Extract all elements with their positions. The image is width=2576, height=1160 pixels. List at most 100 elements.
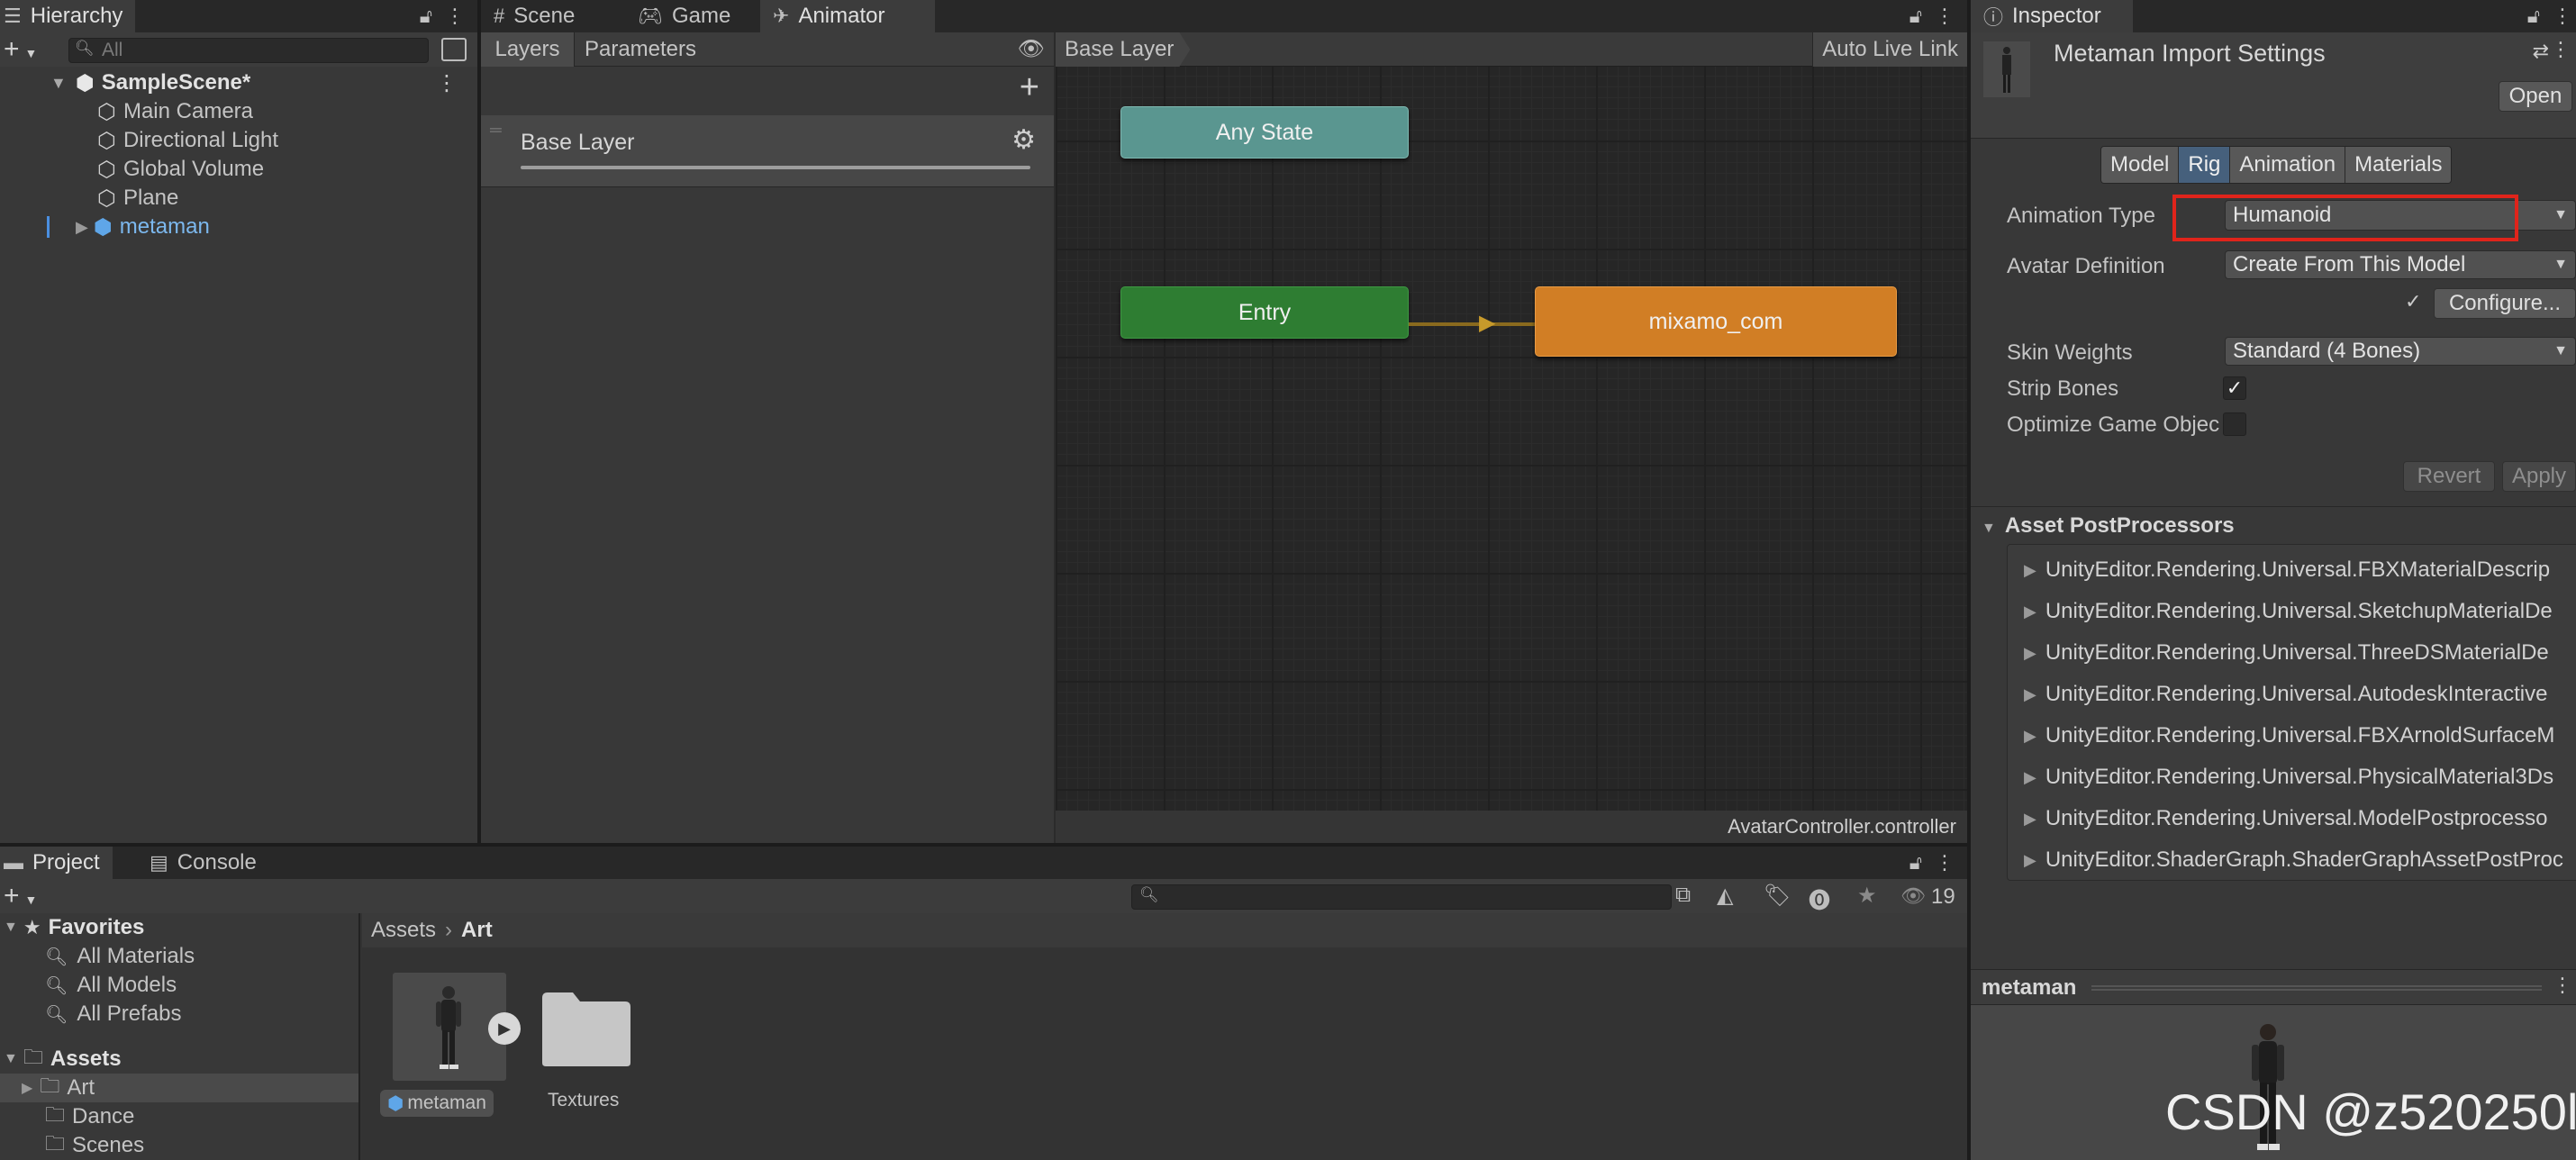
breadcrumb-assets[interactable]: Assets [371,918,436,943]
hierarchy-item-plane[interactable]: ⬡ Plane [0,184,477,213]
postprocessor-item[interactable]: ▶ UnityEditor.Rendering.Universal.Sketchu… [2024,592,2576,631]
lock-icon[interactable]: 🔓︎ [2527,5,2540,28]
expand-arrow-icon[interactable]: ▼ [4,920,18,936]
hierarchy-item-global-volume[interactable]: ⬡ Global Volume [0,155,477,184]
optimize-game-objects-checkbox[interactable] [2223,412,2246,436]
favorite-item-all-prefabs[interactable]: 🔍︎ All Prefabs [0,1000,358,1029]
preview-resize-handle[interactable] [2091,985,2542,991]
any-state-node[interactable]: Any State [1120,106,1409,159]
tab-game[interactable]: 🎮︎ Game [625,0,743,32]
lock-icon[interactable]: 🔓︎ [420,5,432,28]
more-icon[interactable]: ⋮ [1935,5,1955,28]
hierarchy-item-main-camera[interactable]: ⬡ Main Camera [0,97,477,126]
postprocessor-item[interactable]: ▶ UnityEditor.Rendering.Universal.FBXArno… [2024,716,2576,756]
hierarchy-search-input[interactable]: 🔍︎ All [68,38,429,63]
more-icon[interactable]: ⋮ [2551,38,2571,61]
favorite-item-all-models[interactable]: 🔍︎ All Models [0,971,358,1000]
postprocessor-item[interactable]: ▶ UnityEditor.Rendering.Universal.ModelPo… [2024,799,2576,838]
lock-icon[interactable]: 🔓︎ [1909,851,1922,875]
strip-bones-checkbox[interactable]: ✓ [2223,376,2246,400]
drag-handle-icon[interactable]: ═ [490,121,502,140]
transition-line[interactable] [1409,322,1544,326]
auto-live-link-button[interactable]: Auto Live Link [1812,32,1967,67]
configure-button[interactable]: Configure... [2434,288,2576,319]
postprocessor-item[interactable]: ▶ UnityEditor.Rendering.Universal.Autodes… [2024,675,2576,714]
preview-header[interactable]: metaman ⋮ [1971,969,2576,1005]
folder-item-dance[interactable]: 🗀︎ Dance [0,1102,358,1131]
create-dropdown-button[interactable]: + ▼ [4,881,37,911]
warning-icon[interactable]: ⓿ [1809,883,1830,914]
asset-postprocessors-header[interactable]: ▼ Asset PostProcessors [1982,513,2235,539]
expand-arrow-icon[interactable]: ▶ [22,1079,32,1097]
eye-icon[interactable]: 👁︎ [1018,36,1045,62]
favorite-item-all-materials[interactable]: 🔍︎ All Materials [0,942,358,971]
tab-console[interactable]: ▤ Console [137,847,269,879]
postprocessor-item[interactable]: ▶ UnityEditor.Rendering.Universal.Physica… [2024,757,2576,797]
asset-label-textures[interactable]: Textures [548,1090,619,1111]
skin-weights-dropdown[interactable]: Standard (4 Bones) ▼ [2225,337,2576,366]
tab-materials[interactable]: Materials [2345,147,2452,183]
label-tag-icon[interactable]: 🏷︎ [1764,883,1791,909]
scene-row[interactable]: ▼ ⬢ SampleScene* ⋮ [0,68,477,97]
filter-type-icon[interactable]: ◭ [1717,883,1733,909]
tab-animator[interactable]: ✈ Animator [760,0,935,32]
project-search-input[interactable]: 🔍︎ [1131,884,1672,910]
star-icon[interactable]: ★ [1857,883,1877,909]
tab-rig[interactable]: Rig [2179,147,2231,183]
asset-label-metaman[interactable]: ⬢ metaman [380,1090,494,1117]
transition-arrow-icon: ▶ [1479,311,1496,335]
more-icon[interactable]: ⋮ [1935,851,1955,875]
tab-inspector[interactable]: ⓘ Inspector [1971,0,2133,32]
postprocessor-item[interactable]: ▶ UnityEditor.ShaderGraph.ShaderGraphAsse… [2024,840,2576,880]
hierarchy-item-directional-light[interactable]: ⬡ Directional Light [0,126,477,155]
tab-model[interactable]: Model [2101,147,2180,183]
apply-button[interactable]: Apply [2502,461,2576,492]
hierarchy-item-metaman[interactable]: ▶ ⬢ metaman [0,213,477,241]
tab-hierarchy[interactable]: ☰ Hierarchy [0,0,136,32]
postprocessor-item[interactable]: ▶ UnityEditor.Rendering.Universal.FBXMate… [2024,550,2576,590]
layer-item[interactable]: ═ Base Layer ⚙ [481,115,1054,187]
subtab-parameters[interactable]: Parameters [575,32,706,67]
mixamo-com-state-node[interactable]: mixamo_com [1535,286,1897,357]
breadcrumb-base-layer[interactable]: Base Layer [1056,32,1191,67]
animator-graph[interactable]: Base Layer Auto Live Link Any State Entr… [1056,32,1967,843]
more-icon[interactable]: ⋮ [2553,974,2572,997]
expand-arrow-icon: ▶ [2024,726,2036,745]
tab-animation[interactable]: Animation [2230,147,2346,183]
highlight-box [2172,195,2518,241]
hidden-eye-icon[interactable]: 👁︎ [1900,884,1926,908]
layer-weight-slider[interactable] [521,166,1030,169]
avatar-definition-dropdown[interactable]: Create From This Model ▼ [2225,250,2576,279]
gear-icon[interactable]: ⚙ [1011,124,1036,156]
dropdown-arrow-icon: ▼ [2553,343,2568,358]
tab-scene[interactable]: # Scene [481,0,587,32]
folder-item-art[interactable]: ▶ 🗀︎ Art [0,1074,358,1102]
search-options-icon[interactable] [441,38,467,61]
open-button[interactable]: Open [2499,81,2572,112]
expand-arrow-icon[interactable]: ▼ [50,74,67,93]
scene-more-icon[interactable]: ⋮ [436,70,458,96]
folder-item-scenes[interactable]: 🗀︎ Scenes [0,1131,358,1160]
more-icon[interactable]: ⋮ [445,5,465,28]
inspector-window-controls: 🔓︎ ⋮ [2527,0,2572,32]
preset-icon[interactable]: ⇄ [2533,40,2549,63]
add-layer-icon[interactable]: + [1020,68,1039,107]
play-preview-icon[interactable]: ▶ [488,1012,521,1045]
breadcrumb-art[interactable]: Art [461,918,493,943]
import-tabs: Model Rig Animation Materials [2100,146,2453,184]
more-icon[interactable]: ⋮ [2553,5,2572,28]
lock-icon[interactable]: 🔓︎ [1909,5,1922,28]
add-dropdown-button[interactable]: + ▼ [4,34,37,65]
entry-node[interactable]: Entry [1120,286,1409,339]
postprocessor-item[interactable]: ▶ UnityEditor.Rendering.Universal.ThreeDS… [2024,633,2576,673]
revert-button[interactable]: Revert [2403,461,2495,492]
textures-folder-icon[interactable] [540,991,632,1068]
expand-arrow-icon[interactable]: ▶ [76,218,88,237]
gameobject-cube-icon: ⬡ [97,186,116,211]
expand-arrow-icon[interactable]: ▼ [4,1051,18,1067]
assets-header[interactable]: ▼ 🗀︎ Assets [0,1045,358,1074]
favorites-header[interactable]: ▼ ★ Favorites [0,913,358,942]
tab-project[interactable]: ▬ Project [0,847,113,879]
search-by-type-icon[interactable]: ⧉ [1675,883,1691,908]
subtab-layers[interactable]: Layers [481,32,575,67]
